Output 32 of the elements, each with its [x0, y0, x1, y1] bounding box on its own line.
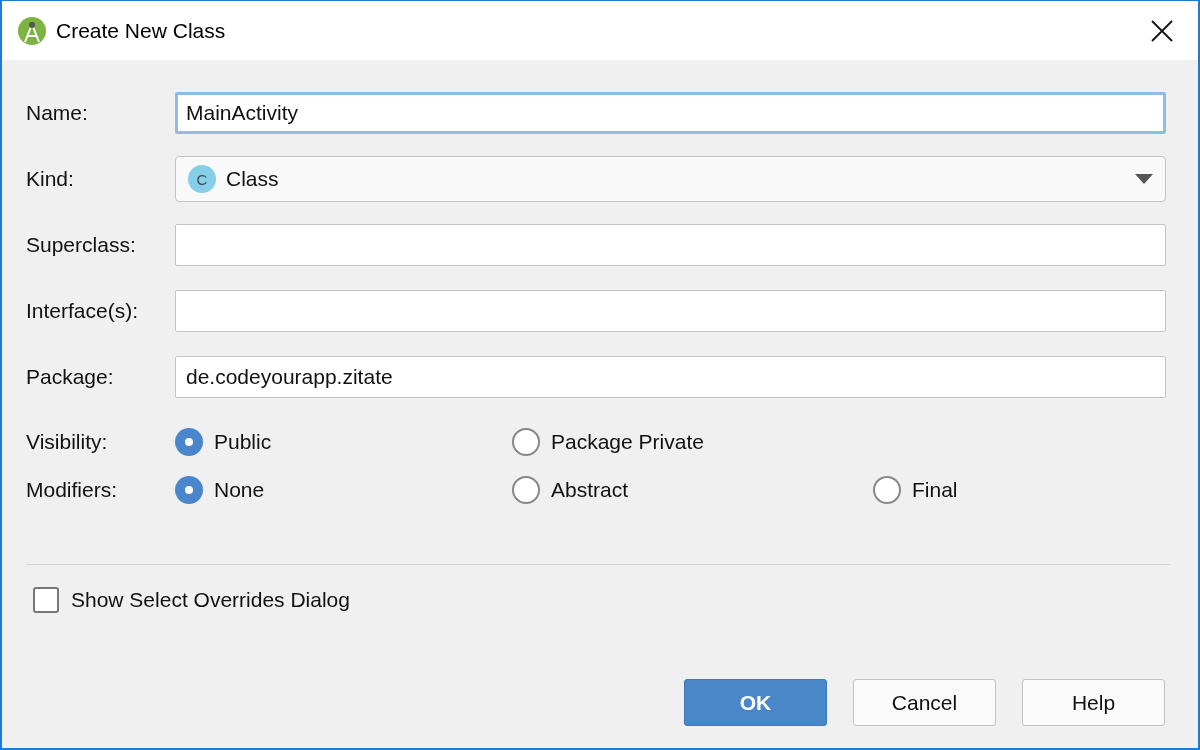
field-label: Package: [26, 365, 115, 389]
window-title: Create New Class [56, 18, 227, 43]
field-label: Interface(s): [26, 299, 140, 323]
android-logo-icon [17, 15, 47, 46]
radio-option[interactable]: None [175, 476, 512, 504]
field-label: Name: [26, 101, 89, 125]
input-field[interactable] [175, 290, 1166, 332]
radio-option[interactable]: Package Private [512, 428, 873, 456]
caret-icon [1135, 174, 1153, 184]
radio-button[interactable] [512, 428, 540, 456]
input-field[interactable]: de.codeyourapp.zitate [175, 356, 1166, 398]
radio-button[interactable] [175, 476, 203, 504]
input-field[interactable]: MainActivity [175, 92, 1166, 134]
ok-button[interactable]: OK [684, 679, 827, 726]
checkbox[interactable] [33, 587, 59, 613]
radio-button[interactable] [873, 476, 901, 504]
kind-dropdown[interactable]: C Class [175, 156, 1166, 202]
input-field[interactable] [175, 224, 1166, 266]
radio-option[interactable]: Public [175, 428, 512, 456]
radio-option[interactable]: Abstract [512, 476, 873, 504]
class-icon: C [188, 165, 216, 193]
radio-button[interactable] [175, 428, 203, 456]
close-icon [1151, 19, 1173, 42]
dialog-button[interactable]: Help [1022, 679, 1165, 726]
radio-button[interactable] [512, 476, 540, 504]
dialog-button[interactable]: Cancel [853, 679, 996, 726]
checkbox-option[interactable]: Show Select Overrides Dialog [26, 587, 1166, 613]
field-label: Superclass: [26, 233, 137, 257]
group-label: Visibility: [26, 430, 109, 454]
radio-option[interactable]: Final [873, 476, 1166, 504]
group-label: Modifiers: [26, 478, 119, 502]
field-label: Kind: [26, 167, 75, 191]
